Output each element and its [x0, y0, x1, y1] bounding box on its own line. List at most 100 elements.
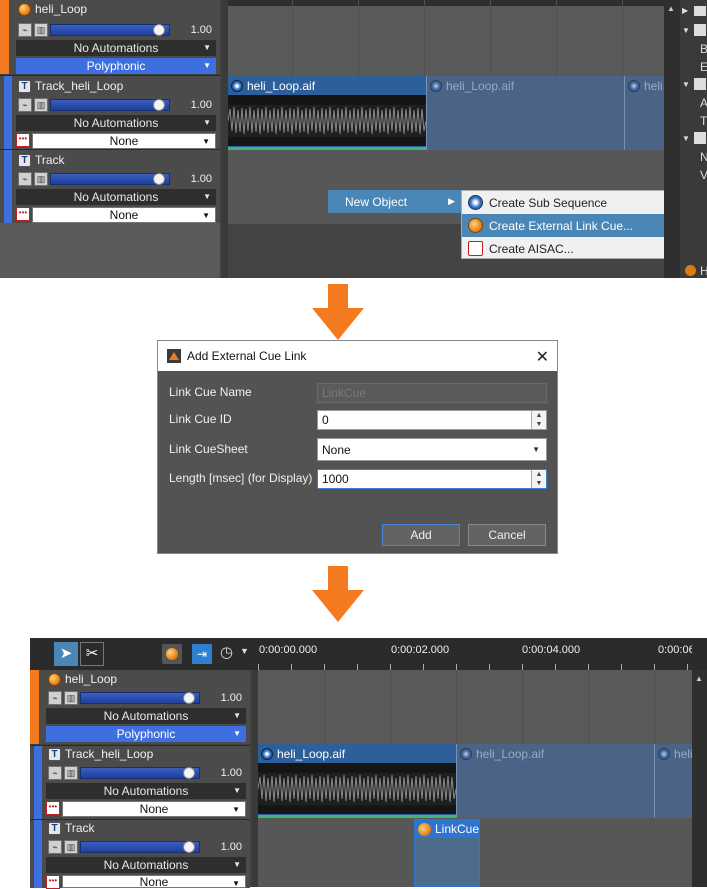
collapse-arrow-icon[interactable]: ▼ — [682, 134, 690, 143]
meter-toggle-icon[interactable]: ▥ — [34, 172, 48, 186]
automation-dropdown[interactable]: No Automations ▼ — [16, 40, 216, 56]
track-name: heli_Loop — [65, 672, 118, 686]
slider-knob[interactable] — [183, 767, 195, 779]
mode-label: Polyphonic — [86, 59, 146, 73]
cancel-button[interactable]: Cancel — [468, 524, 546, 546]
menu-item-new-object[interactable]: New Object ▶ — [328, 190, 461, 213]
expand-arrow-icon[interactable]: ▶ — [682, 6, 688, 15]
mode-dropdown[interactable]: Polyphonic ▼ — [16, 58, 216, 74]
automation-dropdown[interactable]: No Automations ▼ — [46, 857, 246, 873]
slider-knob[interactable] — [183, 841, 195, 853]
menu-item-label: Create Sub Sequence — [489, 195, 608, 210]
track-header[interactable]: T Track_heli_Loop ⌁ ▥ 1.00 No Automation… — [30, 745, 250, 819]
add-button[interactable]: Add — [382, 524, 460, 546]
scroll-up-arrow-icon[interactable]: ▲ — [695, 674, 703, 683]
volume-slider[interactable] — [50, 99, 170, 111]
slider-knob[interactable] — [183, 692, 195, 704]
scroll-up-arrow-icon[interactable]: ▲ — [667, 4, 677, 14]
mode-dropdown[interactable]: None ▼ — [32, 133, 216, 149]
repeat-clip[interactable]: heli_Loop.aif — [426, 76, 624, 150]
repeat-clip[interactable]: heli_Loop.aif — [456, 744, 654, 818]
clip-name: LinkCue — [435, 822, 479, 836]
volume-slider[interactable] — [50, 173, 170, 185]
waveform-toggle-icon[interactable]: ⌁ — [48, 840, 62, 854]
volume-slider[interactable] — [50, 24, 170, 36]
track-header[interactable]: T Track ⌁ ▥ 1.00 No Automations ▼ ••• Non… — [0, 149, 220, 223]
input-placeholder: LinkCue — [322, 386, 367, 400]
track-title: heli_Loop — [18, 1, 87, 17]
track-list-empty-area — [0, 223, 220, 278]
waveform-toggle-icon[interactable]: ⌁ — [18, 98, 32, 112]
track-header[interactable]: T Track ⌁ ▥ 1.00 No Automations ▼ ••• Non… — [30, 819, 250, 889]
waveform-clip[interactable]: heli_Loop.aif — [258, 744, 456, 818]
clip-title: heli_Loop.aif — [228, 76, 426, 95]
cue-object-icon[interactable] — [162, 644, 182, 664]
link-cuesheet-select[interactable]: None ▼ — [317, 438, 547, 461]
menu-item-create-aisac[interactable]: Create AISAC... — [462, 237, 693, 260]
meter-toggle-icon[interactable]: ▥ — [64, 766, 78, 780]
slider-knob[interactable] — [153, 173, 165, 185]
audio-disc-icon — [460, 747, 472, 760]
close-icon[interactable]: ✕ — [536, 347, 549, 367]
menu-item-label: Create External Link Cue... — [489, 218, 634, 233]
menu-dots-icon[interactable]: ••• — [16, 207, 30, 221]
collapse-arrow-icon[interactable]: ▼ — [682, 80, 690, 89]
track-volume-row: ⌁ ▥ 1.00 — [48, 839, 242, 855]
waveform-toggle-icon[interactable]: ⌁ — [48, 691, 62, 705]
automation-dropdown[interactable]: No Automations ▼ — [16, 189, 216, 205]
track-header[interactable]: heli_Loop ⌁ ▥ 1.00 No Automations ▼ Polyp… — [0, 0, 220, 74]
link-cue-name-input[interactable]: LinkCue — [317, 383, 547, 403]
waveform-toggle-icon[interactable]: ⌁ — [48, 766, 62, 780]
slider-knob[interactable] — [153, 24, 165, 36]
chevron-down-icon[interactable]: ▼ — [240, 646, 249, 656]
cut-tool-icon[interactable]: ✂ — [80, 642, 104, 666]
waveform-clip[interactable]: heli_Loop.aif — [228, 76, 426, 150]
menu-dots-icon[interactable]: ••• — [46, 801, 60, 815]
cue-icon — [685, 265, 696, 276]
spin-buttons[interactable]: ▲ ▼ — [531, 411, 546, 429]
repeat-clip[interactable]: heli — [654, 744, 692, 818]
aisac-icon — [468, 241, 483, 256]
volume-slider[interactable] — [80, 692, 200, 704]
waveform-toggle-icon[interactable]: ⌁ — [18, 172, 32, 186]
clip-bottom-bar — [258, 815, 456, 818]
menu-item-create-sub-sequence[interactable]: Create Sub Sequence — [462, 191, 693, 214]
vertical-scrollbar[interactable]: ▲ — [692, 670, 707, 887]
link-cue-clip[interactable]: LinkCue — [414, 819, 480, 887]
clock-icon[interactable]: ◷ — [220, 644, 238, 662]
automation-dropdown[interactable]: No Automations ▼ — [46, 783, 246, 799]
mode-dropdown[interactable]: Polyphonic ▼ — [46, 726, 246, 742]
track-color-stripe — [30, 670, 39, 744]
track-header[interactable]: heli_Loop ⌁ ▥ 1.00 No Automations ▼ Polyp… — [30, 670, 250, 744]
slider-knob[interactable] — [153, 99, 165, 111]
dropdown-arrow-icon: ▼ — [233, 729, 241, 738]
waveform-toggle-icon[interactable]: ⌁ — [18, 23, 32, 37]
track-header[interactable]: T Track_heli_Loop ⌁ ▥ 1.00 No Automation… — [0, 75, 220, 149]
spin-buttons[interactable]: ▲ ▼ — [531, 470, 546, 488]
follow-playback-icon[interactable]: ⇥ — [192, 644, 212, 664]
time-ruler[interactable]: 0:00:00.000 0:00:02.000 0:00:04.000 0:00… — [258, 638, 695, 670]
meter-toggle-icon[interactable]: ▥ — [34, 98, 48, 112]
meter-toggle-icon[interactable]: ▥ — [64, 691, 78, 705]
collapse-arrow-icon[interactable]: ▼ — [682, 26, 690, 35]
mode-dropdown[interactable]: None ▼ — [32, 207, 216, 223]
timeline-area[interactable]: heli_Loop.aif heli_Loop.aif heli LinkCue — [258, 670, 692, 887]
menu-item-create-external-link-cue[interactable]: Create External Link Cue... — [462, 214, 693, 237]
volume-slider[interactable] — [80, 767, 200, 779]
volume-value: 1.00 — [190, 24, 212, 36]
vertical-scrollbar[interactable]: ▲ — [664, 0, 680, 278]
volume-slider[interactable] — [80, 841, 200, 853]
mode-dropdown[interactable]: None ▼ — [62, 801, 246, 817]
automation-dropdown[interactable]: No Automations ▼ — [16, 115, 216, 131]
length-input[interactable]: 1000 ▲ ▼ — [317, 469, 547, 489]
meter-toggle-icon[interactable]: ▥ — [34, 23, 48, 37]
select-tool-icon[interactable]: ➤ — [54, 642, 78, 666]
menu-dots-icon[interactable]: ••• — [16, 133, 30, 147]
link-cue-id-input[interactable]: 0 ▲ ▼ — [317, 410, 547, 430]
mode-label: None — [109, 134, 139, 148]
mode-label: Polyphonic — [116, 727, 176, 741]
meter-toggle-icon[interactable]: ▥ — [64, 840, 78, 854]
automation-dropdown[interactable]: No Automations ▼ — [46, 708, 246, 724]
mode-dropdown[interactable]: None ▼ — [62, 875, 246, 888]
waveform — [258, 763, 456, 814]
